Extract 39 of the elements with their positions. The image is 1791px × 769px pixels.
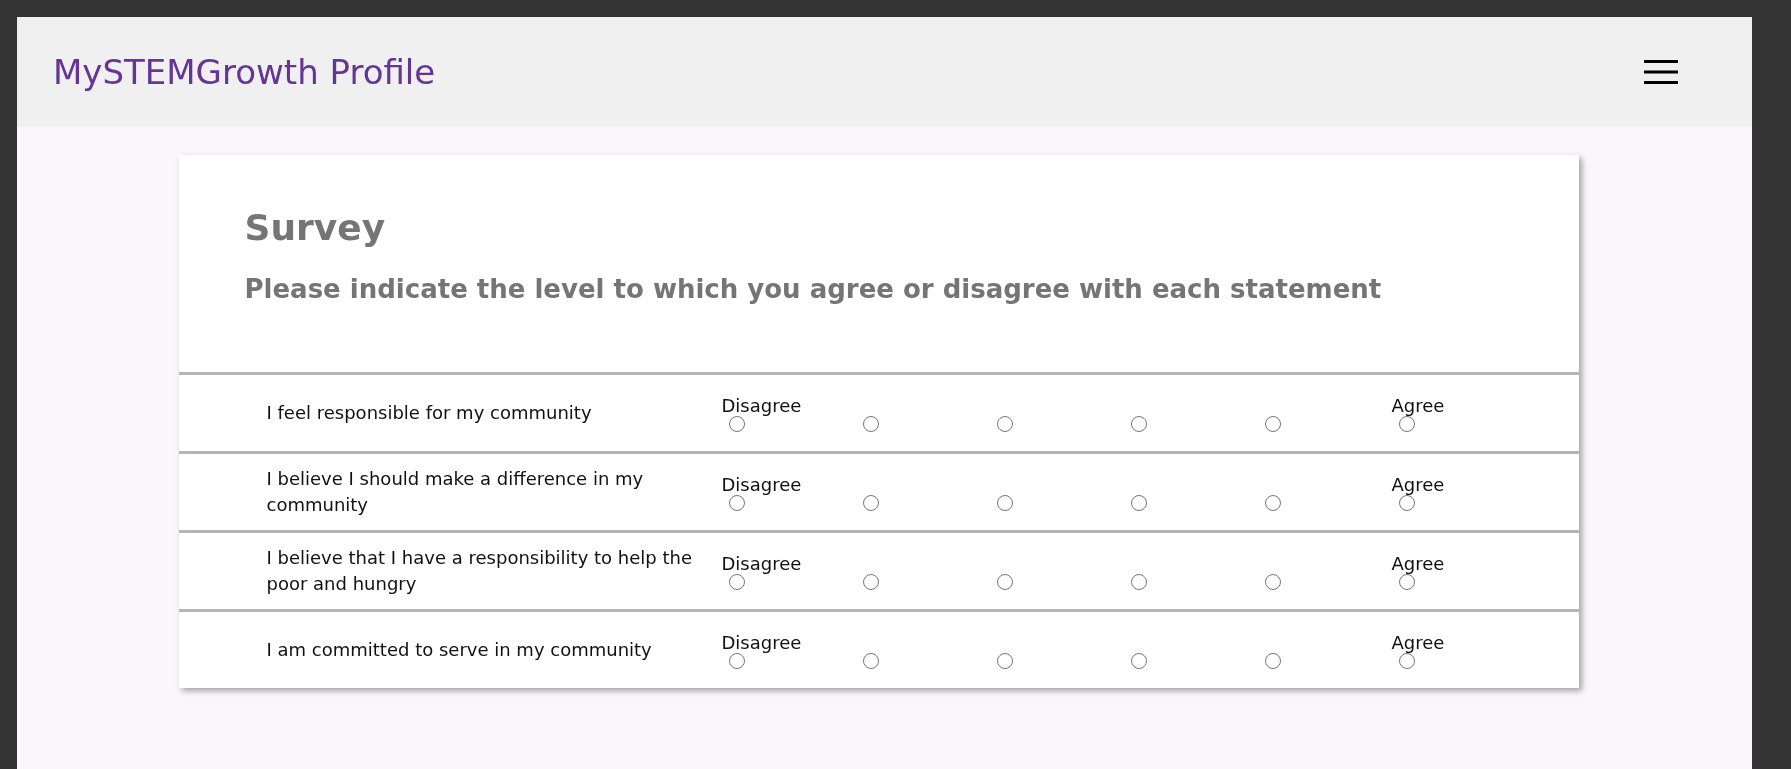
scale-low-label: Disagree <box>721 473 803 495</box>
radio-button[interactable] <box>1398 573 1415 590</box>
radio-button[interactable] <box>996 652 1013 669</box>
radio-button[interactable] <box>1130 652 1147 669</box>
radio-button[interactable] <box>1398 415 1415 432</box>
radio-button[interactable] <box>862 573 879 590</box>
scale-high-label: Agree <box>1391 473 1446 495</box>
scale-high-label: Agree <box>1391 552 1446 574</box>
radio-button[interactable] <box>1130 494 1147 511</box>
radio-button[interactable] <box>1264 573 1281 590</box>
scale-low-label: Disagree <box>721 552 803 574</box>
survey-instruction: Please indicate the level to which you agree or disagree with each statement <box>244 274 1383 304</box>
radio-button[interactable] <box>1130 573 1147 590</box>
statement-text: I believe that I have a responsibility to help the poor and hungry <box>266 546 693 596</box>
scale-low-label: Disagree <box>721 631 803 653</box>
survey-title: Survey <box>244 207 387 248</box>
radio-button[interactable] <box>728 415 745 432</box>
site-title: MySTEMGrowth Profile <box>53 52 436 92</box>
radio-button[interactable] <box>1398 494 1415 511</box>
radio-button[interactable] <box>728 652 745 669</box>
radio-button[interactable] <box>996 415 1013 432</box>
radio-button[interactable] <box>862 494 879 511</box>
radio-button[interactable] <box>996 494 1013 511</box>
statement-text: I feel responsible for my community <box>266 401 593 425</box>
radio-button[interactable] <box>862 415 879 432</box>
scale-high-label: Agree <box>1391 631 1446 653</box>
radio-button[interactable] <box>1264 494 1281 511</box>
radio-button[interactable] <box>1398 652 1415 669</box>
statement-text: I am committed to serve in my community <box>266 638 653 662</box>
radio-button[interactable] <box>996 573 1013 590</box>
scale-high-label: Agree <box>1391 394 1446 416</box>
radio-button[interactable] <box>862 652 879 669</box>
radio-button[interactable] <box>728 494 745 511</box>
radio-button[interactable] <box>728 573 745 590</box>
scale-low-label: Disagree <box>721 394 803 416</box>
radio-button[interactable] <box>1264 652 1281 669</box>
radio-button[interactable] <box>1264 415 1281 432</box>
statement-text: I believe I should make a difference in my community <box>266 467 645 517</box>
radio-button[interactable] <box>1130 415 1147 432</box>
